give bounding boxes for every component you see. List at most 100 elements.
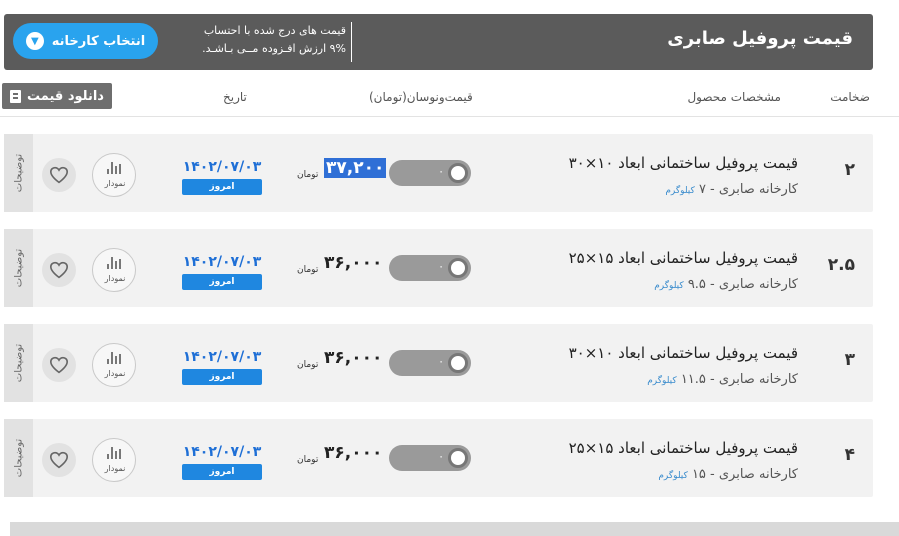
price-unit: تومان: [297, 265, 319, 275]
toggle-knob: [448, 258, 468, 278]
today-badge: امروز: [182, 274, 262, 290]
change-toggle[interactable]: ۰: [389, 350, 471, 376]
weight-unit: کیلوگرم: [654, 281, 684, 291]
chart-label: نمودار: [104, 369, 126, 378]
thickness-value: ۲.۵: [827, 255, 855, 275]
select-factory-label: انتخاب کارخانه: [51, 33, 146, 49]
change-value: ۰: [438, 450, 444, 463]
price-date: ۱۴۰۲/۰۷/۰۳: [182, 159, 262, 175]
today-badge: امروز: [182, 464, 262, 480]
toggle-knob: [448, 448, 468, 468]
bar-chart-icon: [107, 162, 123, 174]
change-value: ۰: [438, 165, 444, 178]
header-separator: [0, 116, 899, 117]
factory-name: کارخانه صابری -: [705, 467, 798, 482]
thickness-value: ۴: [844, 445, 855, 465]
price-unit: تومان: [297, 455, 319, 465]
price-value: ۳۶,۰۰۰: [324, 348, 383, 368]
bottom-scroll-area: [10, 522, 899, 536]
page-header: قیمت پروفیل صابری قیمت های درج شده با اح…: [4, 14, 873, 70]
description-label: توضیحات: [13, 248, 24, 288]
vat-note-line2: ۹% ارزش افـزوده مــی بـاشـد.: [202, 42, 346, 55]
price-unit: تومان: [297, 360, 319, 370]
chart-button[interactable]: نمودار: [92, 343, 136, 387]
factory-info: کارخانه صابری - ۱۱.۵ کیلوگرم: [647, 372, 798, 387]
chevron-down-icon: ▼: [25, 32, 44, 50]
chart-label: نمودار: [104, 274, 126, 283]
description-tab[interactable]: توضیحات: [4, 229, 33, 307]
toggle-knob: [448, 353, 468, 373]
col-price-change: قیمت‌ونوسان(تومان): [369, 90, 473, 104]
col-product: مشخصات محصول: [687, 90, 781, 104]
description-tab[interactable]: توضیحات: [4, 324, 33, 402]
header-divider: [351, 22, 352, 62]
bar-chart-icon: [107, 352, 123, 364]
file-icon: [10, 89, 22, 103]
description-label: توضیحات: [13, 343, 24, 383]
favorite-button[interactable]: [42, 348, 76, 382]
table-row: توضیحات ۳ قیمت پروفیل ساختمانی ابعاد ۱۰×…: [4, 324, 873, 402]
col-date: تاریخ: [223, 90, 247, 104]
product-name-link[interactable]: قیمت پروفیل ساختمانی ابعاد ۱۵×۲۵: [569, 439, 798, 457]
favorite-button[interactable]: [42, 253, 76, 287]
price-date: ۱۴۰۲/۰۷/۰۳: [182, 254, 262, 270]
chart-button[interactable]: نمودار: [92, 438, 136, 482]
bar-chart-icon: [107, 257, 123, 269]
table-row: توضیحات ۲ قیمت پروفیل ساختمانی ابعاد ۱۰×…: [4, 134, 873, 212]
col-thickness: ضخامت: [830, 90, 870, 104]
description-tab[interactable]: توضیحات: [4, 134, 33, 212]
vat-note-line1: قیمت های درج شده با احتساب: [203, 24, 346, 37]
product-name-link[interactable]: قیمت پروفیل ساختمانی ابعاد ۱۰×۳۰: [569, 154, 798, 172]
today-badge: امروز: [182, 179, 262, 195]
price-value: ۳۶,۰۰۰: [324, 253, 383, 273]
factory-info: کارخانه صابری - ۱۵ کیلوگرم: [658, 467, 798, 482]
factory-info: کارخانه صابری - ۷ کیلوگرم: [665, 182, 798, 197]
page-title: قیمت پروفیل صابری: [667, 28, 853, 49]
thickness-value: ۳: [844, 350, 855, 370]
weight-value: ۱۱.۵: [680, 372, 706, 387]
change-toggle[interactable]: ۰: [389, 255, 471, 281]
factory-name: کارخانه صابری -: [705, 372, 798, 387]
table-row: توضیحات ۴ قیمت پروفیل ساختمانی ابعاد ۱۵×…: [4, 419, 873, 497]
heart-icon: [49, 261, 69, 279]
heart-icon: [49, 166, 69, 184]
factory-info: کارخانه صابری - ۹.۵ کیلوگرم: [654, 277, 798, 292]
heart-icon: [49, 356, 69, 374]
price-unit: تومان: [297, 170, 319, 180]
weight-value: ۱۵: [691, 467, 706, 482]
today-badge: امروز: [182, 369, 262, 385]
weight-unit: کیلوگرم: [647, 376, 677, 386]
vat-note: قیمت های درج شده با احتساب ۹% ارزش افـزو…: [176, 22, 346, 58]
change-toggle[interactable]: ۰: [389, 445, 471, 471]
price-date: ۱۴۰۲/۰۷/۰۳: [182, 444, 262, 460]
change-value: ۰: [438, 260, 444, 273]
change-toggle[interactable]: ۰: [389, 160, 471, 186]
toggle-knob: [448, 163, 468, 183]
chart-button[interactable]: نمودار: [92, 248, 136, 292]
product-name-link[interactable]: قیمت پروفیل ساختمانی ابعاد ۱۰×۳۰: [569, 344, 798, 362]
description-label: توضیحات: [13, 153, 24, 193]
chart-label: نمودار: [104, 464, 126, 473]
weight-unit: کیلوگرم: [658, 471, 688, 481]
weight-unit: کیلوگرم: [665, 186, 695, 196]
price-value: ۳۷,۲۰۰: [324, 158, 387, 178]
price-value: ۳۶,۰۰۰: [324, 443, 383, 463]
description-tab[interactable]: توضیحات: [4, 419, 33, 497]
price-date: ۱۴۰۲/۰۷/۰۳: [182, 349, 262, 365]
chart-label: نمودار: [104, 179, 126, 188]
price-page: قیمت پروفیل صابری قیمت های درج شده با اح…: [0, 0, 899, 536]
factory-name: کارخانه صابری -: [705, 182, 798, 197]
download-price-button[interactable]: دانلود قیمت: [2, 83, 112, 109]
description-label: توضیحات: [13, 438, 24, 478]
favorite-button[interactable]: [42, 443, 76, 477]
favorite-button[interactable]: [42, 158, 76, 192]
table-row: توضیحات ۲.۵ قیمت پروفیل ساختمانی ابعاد ۱…: [4, 229, 873, 307]
thickness-value: ۲: [844, 160, 855, 180]
heart-icon: [49, 451, 69, 469]
product-name-link[interactable]: قیمت پروفیل ساختمانی ابعاد ۱۵×۲۵: [569, 249, 798, 267]
select-factory-button[interactable]: انتخاب کارخانه ▼: [13, 23, 158, 59]
change-value: ۰: [438, 355, 444, 368]
bar-chart-icon: [107, 447, 123, 459]
factory-name: کارخانه صابری -: [705, 277, 798, 292]
chart-button[interactable]: نمودار: [92, 153, 136, 197]
